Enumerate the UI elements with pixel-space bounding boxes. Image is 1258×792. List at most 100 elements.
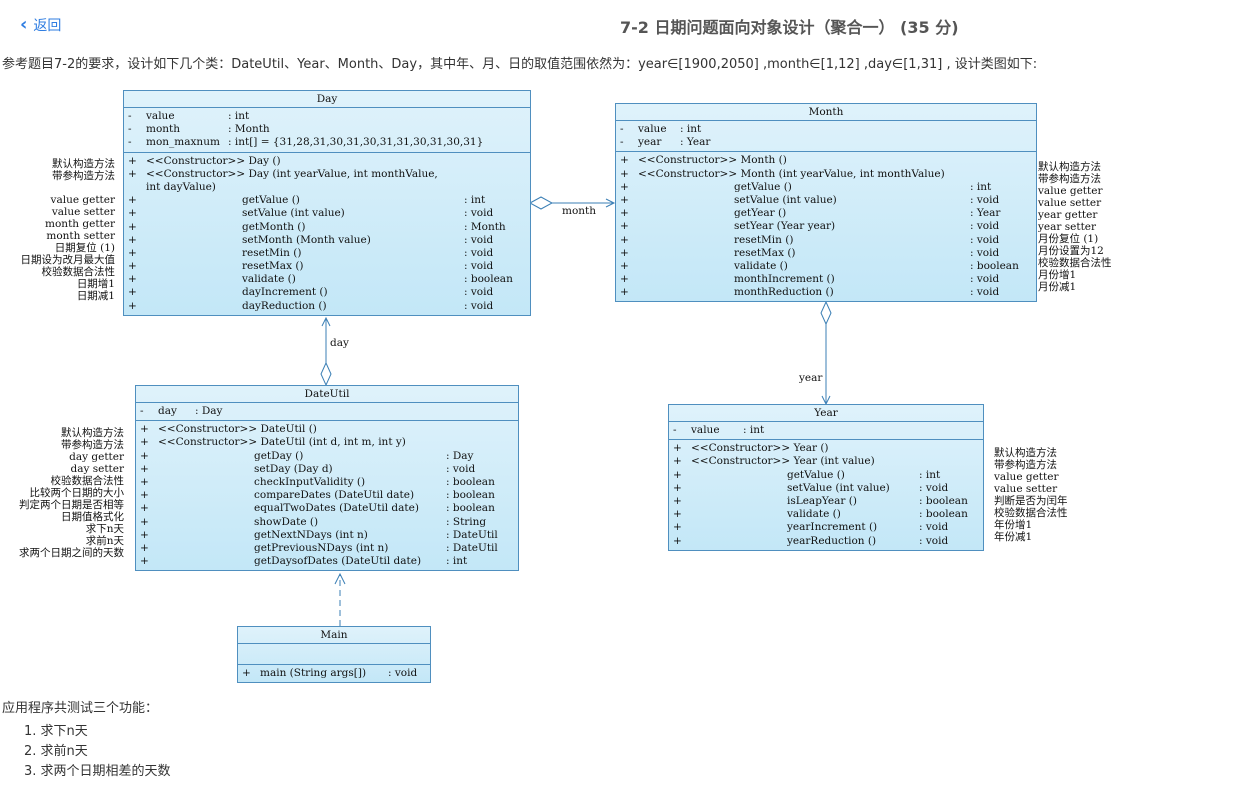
visibility: -	[128, 123, 132, 136]
class-main[interactable]: Main + main (String args[]): void	[237, 626, 431, 684]
operation-row: + getNextNDays (int n): DateUtil	[140, 529, 514, 542]
member: monthIncrement ()	[734, 273, 835, 286]
class-dateutil[interactable]: DateUtil - day: Day + <<Constructor>> Date…	[135, 385, 519, 572]
visibility: +	[673, 494, 682, 507]
class-month[interactable]: Month - value: int - year: Year + <<Construc…	[615, 103, 1037, 303]
visibility: +	[128, 273, 137, 286]
member: dayReduction ()	[242, 299, 327, 312]
operation-row: + getPreviousNDays (int n): DateUtil	[140, 542, 514, 555]
operation-row: + getDay () : Day	[140, 450, 514, 463]
type: : int	[464, 194, 486, 207]
visibility: +	[140, 555, 149, 568]
type: : int[] = {31,28,31,30,31,30,31,31,30,31…	[228, 136, 484, 149]
visibility: +	[128, 194, 137, 207]
notes-day: 默认构造方法 带参构造方法 value getter value setter mont…	[0, 158, 116, 302]
operation-row: + <<Constructor>> Month ()	[620, 154, 1032, 167]
visibility: +	[673, 481, 682, 494]
type: : void	[464, 299, 494, 312]
type: : void	[919, 521, 949, 534]
type: : boolean	[446, 475, 495, 488]
type: : Day	[195, 405, 223, 417]
note-line: 求前n天	[85, 535, 124, 547]
operation-row: + main (String args[]): void	[242, 667, 426, 680]
operation-row: + yearReduction (): void	[673, 535, 979, 548]
member: setMonth (Month value)	[242, 233, 371, 246]
visibility: -	[128, 110, 132, 122]
attributes: - day: Day	[136, 403, 518, 422]
member: validate ()	[242, 273, 296, 286]
member: setValue (int value)	[242, 207, 345, 220]
member: value	[691, 424, 720, 436]
member: <<Constructor>> Year (int value)	[691, 455, 875, 468]
member: <<Constructor>> Month ()	[638, 154, 787, 167]
note-line: month setter	[46, 230, 115, 242]
type: : DateUtil	[446, 528, 498, 541]
type: : Day	[446, 449, 474, 462]
operation-row: + getMonth (): Month	[128, 221, 526, 234]
class-day[interactable]: Day - value: int - month: Month - mon_maxnum:…	[123, 90, 531, 316]
type: : int	[970, 180, 992, 193]
notes-month: 默认构造方法 带参构造方法 value getter value setter year…	[1038, 161, 1148, 293]
attribute-row: - value: int	[128, 110, 526, 123]
member: <<Constructor>> Month (int yearValue, in…	[638, 167, 945, 180]
member: monthReduction ()	[734, 286, 834, 299]
operation-row: + <<Constructor>> Year ()	[673, 442, 979, 455]
member: validate ()	[734, 259, 788, 272]
visibility: +	[620, 193, 629, 206]
operation-row: + monthIncrement (): void	[620, 273, 1032, 286]
type: : void	[919, 534, 949, 547]
attribute-row: - mon_maxnum: int[] = {31,28,31,30,31,30,…	[128, 136, 526, 149]
type: : void	[464, 207, 494, 220]
note-line: 带参构造方法	[994, 459, 1057, 471]
operation-row: + <<Constructor>> Day ()	[128, 155, 526, 168]
type: : boolean	[464, 273, 513, 286]
operation-row: + resetMax (): void	[620, 247, 1032, 260]
class-year[interactable]: Year - value: int + <<Constructor>> Year (…	[668, 404, 984, 551]
type: : void	[970, 220, 1000, 233]
operation-row: + dayReduction () : void	[128, 300, 526, 313]
type: : int	[919, 468, 941, 481]
operation-row: + <<Constructor>> DateUtil ()	[140, 423, 514, 436]
type: : int	[446, 555, 468, 568]
operation-row: + showDate (): String	[140, 516, 514, 529]
member: showDate ()	[254, 515, 319, 528]
note-line: value getter	[1038, 185, 1103, 197]
type: : Year	[680, 136, 711, 149]
note-line: 比较两个日期的大小	[29, 487, 125, 499]
type: : void	[970, 246, 1000, 259]
visibility: +	[620, 233, 629, 246]
visibility: -	[620, 123, 624, 135]
visibility: +	[140, 462, 149, 475]
type: : void	[970, 233, 1000, 246]
member: getDay ()	[254, 449, 304, 462]
visibility: +	[673, 468, 682, 481]
member: <<Constructor>> Year ()	[691, 442, 829, 455]
member: getValue ()	[242, 194, 300, 207]
aggregation-diamond-month-year	[820, 300, 832, 326]
notes-year: 默认构造方法 带参构造方法 value getter value setter 判断是否…	[994, 447, 1104, 543]
visibility: +	[140, 449, 149, 462]
operation-row: + setYear (Year year): void	[620, 220, 1032, 233]
type: : void	[919, 481, 949, 494]
type: : Month	[228, 123, 270, 136]
type: : Year	[970, 207, 1001, 220]
type: : boolean	[919, 508, 968, 521]
member: getValue ()	[734, 180, 792, 193]
note-line: 带参构造方法	[1038, 173, 1101, 185]
operation-row: + setValue (int value): void	[620, 194, 1032, 207]
attribute-row: - year: Year	[620, 136, 1032, 149]
visibility: +	[128, 154, 137, 167]
member: checkInputValidity ()	[254, 475, 366, 488]
type: : boolean	[970, 259, 1019, 272]
operations: + main (String args[]): void	[238, 665, 430, 682]
member: setYear (Year year)	[734, 220, 836, 233]
edge-label-year: year	[799, 372, 823, 384]
type: : int	[680, 123, 702, 135]
edge-label-day: day	[330, 337, 349, 349]
type: : void	[464, 246, 494, 259]
visibility: -	[128, 136, 132, 149]
member: value	[638, 123, 667, 135]
visibility: +	[128, 299, 137, 312]
operation-row: + equalTwoDates (DateUtil date): boolean	[140, 502, 514, 515]
visibility: +	[140, 541, 149, 554]
